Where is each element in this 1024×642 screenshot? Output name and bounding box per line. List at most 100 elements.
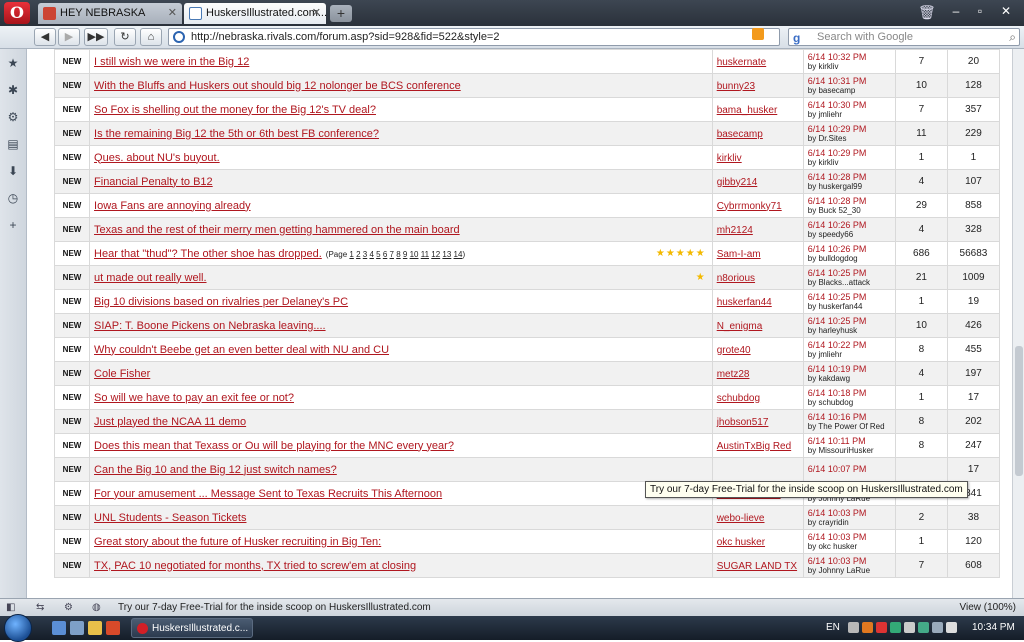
unite-status-icon[interactable]: ⚙ <box>64 602 76 614</box>
author-link[interactable]: n8orious <box>717 273 755 284</box>
author-link[interactable]: huskernate <box>717 57 766 68</box>
search-icon[interactable]: ⌕ <box>1009 29 1016 45</box>
author-link[interactable]: Cybrrmonky71 <box>717 201 782 212</box>
topic-link[interactable]: With the Bluffs and Huskers out should b… <box>94 80 461 92</box>
close-window-button[interactable]: ✕ <box>994 2 1018 20</box>
topic-link[interactable]: Ques. about NU's buyout. <box>94 152 220 164</box>
topic-link[interactable]: Big 10 divisions based on rivalries per … <box>94 296 348 308</box>
author-link[interactable]: mh2124 <box>717 225 753 236</box>
author-link[interactable]: webo-lieve <box>717 513 765 524</box>
tray-icon[interactable] <box>918 622 929 633</box>
topic-link[interactable]: Hear that "thud"? The other shoe has dro… <box>94 248 322 260</box>
add-panel-icon[interactable]: + <box>7 219 19 231</box>
page-link[interactable]: 7 <box>390 250 394 259</box>
topic-link[interactable]: Is the remaining Big 12 the 5th or 6th b… <box>94 128 379 140</box>
reload-button[interactable]: ↻ <box>114 28 136 46</box>
show-desktop-icon[interactable] <box>52 621 66 635</box>
author-link[interactable]: grote40 <box>717 345 751 356</box>
rss-icon[interactable] <box>752 28 764 40</box>
speed-dial-icon[interactable]: ◍ <box>92 602 104 614</box>
author-link[interactable]: basecamp <box>717 129 763 140</box>
forward-button[interactable]: ▶ <box>58 28 80 46</box>
author-link[interactable]: schubdog <box>717 393 760 404</box>
tab-hey-nebraska[interactable]: HEY NEBRASKA ✕ <box>38 3 182 24</box>
author-link[interactable]: N_enigma <box>717 321 763 332</box>
topic-link[interactable]: TX, PAC 10 negotiated for months, TX tri… <box>94 560 416 572</box>
history-icon[interactable]: ◷ <box>7 192 19 204</box>
author-link[interactable]: AustinTxBig Red <box>717 441 791 452</box>
vertical-scrollbar[interactable] <box>1012 49 1024 598</box>
language-indicator[interactable]: EN <box>826 616 840 640</box>
home-button[interactable]: ⌂ <box>140 28 162 46</box>
taskbar-opera-window[interactable]: HuskersIllustrated.c... <box>131 618 253 638</box>
author-link[interactable]: okc husker <box>717 537 765 548</box>
bookmarks-icon[interactable]: ★ <box>7 57 19 69</box>
topic-link[interactable]: Iowa Fans are annoying already <box>94 200 251 212</box>
page-link[interactable]: 5 <box>376 250 380 259</box>
page-link[interactable]: 8 <box>396 250 400 259</box>
tray-icon[interactable] <box>876 622 887 633</box>
page-link[interactable]: 3 <box>363 250 367 259</box>
author-link[interactable]: gibby214 <box>717 177 758 188</box>
close-icon[interactable]: ✕ <box>168 3 177 24</box>
fast-forward-button[interactable]: ▶▶ <box>84 28 108 46</box>
address-field[interactable]: http://nebraska.rivals.com/forum.asp?sid… <box>168 28 780 46</box>
topic-link[interactable]: Financial Penalty to B12 <box>94 176 213 188</box>
author-link[interactable]: huskerfan44 <box>717 297 772 308</box>
topic-link[interactable]: Great story about the future of Husker r… <box>94 536 381 548</box>
clock[interactable]: 10:34 PM <box>972 616 1015 640</box>
minimize-button[interactable]: – <box>944 2 968 20</box>
author-link[interactable]: bama_husker <box>717 105 778 116</box>
page-link[interactable]: 2 <box>356 250 360 259</box>
panel-toggle-icon[interactable]: ◧ <box>6 602 18 614</box>
topic-link[interactable]: So will we have to pay an exit fee or no… <box>94 392 294 404</box>
topic-link[interactable]: ut made out really well. <box>94 272 207 284</box>
turbo-icon[interactable]: ⇆ <box>36 602 48 614</box>
topic-link[interactable]: Texas and the rest of their merry men ge… <box>94 224 460 236</box>
topic-link[interactable]: So Fox is shelling out the money for the… <box>94 104 376 116</box>
google-icon[interactable]: g <box>793 30 800 46</box>
topic-link[interactable]: Cole Fisher <box>94 368 150 380</box>
page-link[interactable]: 6 <box>383 250 387 259</box>
page-link[interactable]: 13 <box>442 250 451 259</box>
tray-icon[interactable] <box>890 622 901 633</box>
topic-link[interactable]: Why couldn't Beebe get an even better de… <box>94 344 389 356</box>
media-icon[interactable] <box>106 621 120 635</box>
topic-link[interactable]: For your amusement ... Message Sent to T… <box>94 488 442 500</box>
topic-link[interactable]: Does this mean that Texass or Ou will be… <box>94 440 454 452</box>
tab-huskersillustrated[interactable]: HuskersIllustrated.com... ✕ <box>184 3 327 24</box>
topic-link[interactable]: SIAP: T. Boone Pickens on Nebraska leavi… <box>94 320 326 332</box>
trash-icon[interactable]: 🗑 <box>918 4 936 20</box>
author-link[interactable]: Sam-I-am <box>717 249 761 260</box>
page-link[interactable]: 11 <box>421 250 429 259</box>
tray-icon[interactable] <box>862 622 873 633</box>
tray-icon[interactable] <box>904 622 915 633</box>
downloads-icon[interactable]: ⬇ <box>7 165 19 177</box>
network-icon[interactable] <box>932 622 943 633</box>
zoom-control[interactable]: View (100%) <box>959 599 1016 617</box>
scrollbar-thumb[interactable] <box>1015 346 1023 476</box>
unite-icon[interactable]: ⚙ <box>7 111 19 123</box>
author-link[interactable]: SUGAR LAND TX <box>717 561 797 572</box>
page-link[interactable]: 1 <box>349 250 353 259</box>
tray-icon[interactable] <box>848 622 859 633</box>
notes-icon[interactable]: ▤ <box>7 138 19 150</box>
page-link[interactable]: 4 <box>369 250 373 259</box>
start-button[interactable] <box>4 614 32 642</box>
author-link[interactable]: kirkliv <box>717 153 742 164</box>
author-link[interactable]: bunny23 <box>717 81 755 92</box>
page-link[interactable]: 9 <box>403 250 407 259</box>
new-tab-button[interactable]: + <box>330 5 352 22</box>
topic-link[interactable]: Can the Big 10 and the Big 12 just switc… <box>94 464 337 476</box>
author-link[interactable]: metz28 <box>717 369 750 380</box>
topic-link[interactable]: Just played the NCAA 11 demo <box>94 416 246 428</box>
opera-menu-button[interactable]: O <box>4 2 30 24</box>
search-input[interactable]: g Search with Google ⌕ <box>788 28 1020 46</box>
page-link[interactable]: 12 <box>431 250 440 259</box>
topic-link[interactable]: I still wish we were in the Big 12 <box>94 56 249 68</box>
topic-link[interactable]: UNL Students - Season Tickets <box>94 512 246 524</box>
switch-windows-icon[interactable] <box>70 621 84 635</box>
volume-icon[interactable] <box>946 622 957 633</box>
maximize-button[interactable]: ▫ <box>968 2 992 20</box>
author-link[interactable]: jhobson517 <box>717 417 769 428</box>
